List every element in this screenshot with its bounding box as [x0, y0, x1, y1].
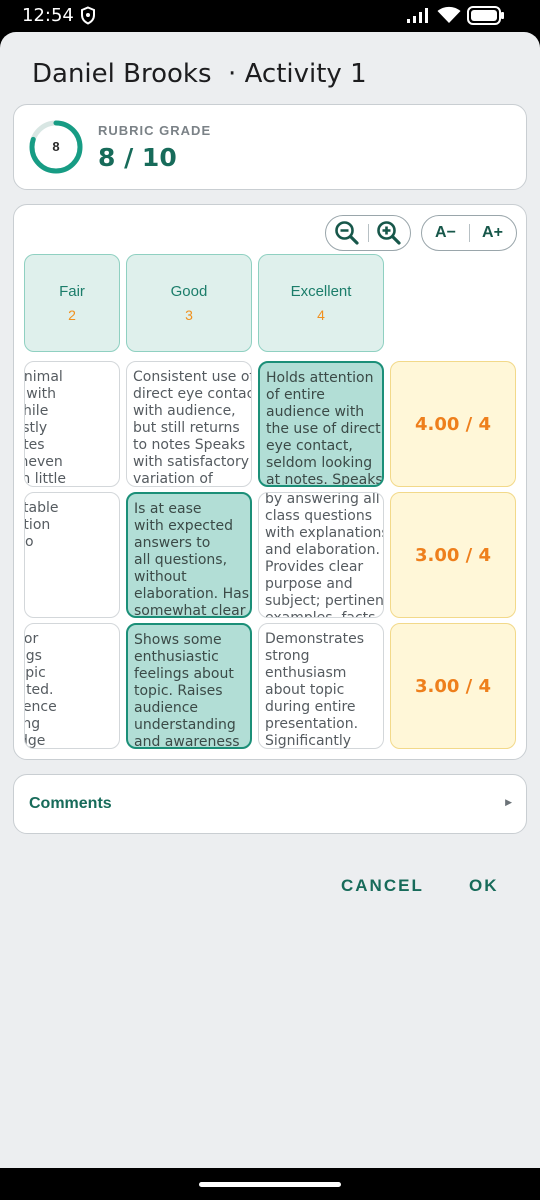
row-score: 3.00 / 4: [390, 623, 516, 749]
level-header-good: Good 3: [126, 254, 252, 352]
level-name: Fair: [59, 283, 85, 300]
criterion-cell-fair[interactable]: ws little or ed feelings ut the topic g …: [24, 623, 120, 749]
zoom-out-icon: [335, 221, 359, 245]
criterion-cell-excellent-selected[interactable]: Holds attention of entire audience with …: [258, 361, 384, 487]
level-name: Good: [170, 283, 208, 300]
criterion-cell-good-selected[interactable]: Is at ease with expected answers to all …: [126, 492, 252, 618]
rubric-grid-card[interactable]: Fair 2 Good 3 Excellent 4 plays minimal …: [13, 204, 527, 760]
caret-right-icon: ▶: [505, 797, 512, 807]
level-points: 4: [317, 307, 325, 323]
row-score: 3.00 / 4: [390, 492, 516, 618]
zoom-in-button[interactable]: [368, 216, 410, 250]
student-name: Daniel Brooks: [32, 59, 212, 89]
battery-icon: [467, 6, 504, 25]
criterion-cell-excellent[interactable]: Demonstrates strong enthusiasm about top…: [258, 623, 384, 749]
criterion-cell-fair[interactable]: ncomfortable information is able to wer …: [24, 492, 120, 618]
home-handle[interactable]: [199, 1182, 341, 1187]
rubric-grid[interactable]: Fair 2 Good 3 Excellent 4 plays minimal …: [24, 205, 518, 759]
font-size-controls: A− A+: [421, 215, 517, 251]
criterion-cell-good-selected[interactable]: Shows some enthusiastic feelings about t…: [126, 623, 252, 749]
rubric-grade-value: 8 / 10: [98, 143, 177, 172]
dialog-title: Daniel Brooks · Activity 1: [32, 59, 367, 89]
zoom-in-icon: [377, 221, 401, 245]
ok-button[interactable]: OK: [469, 876, 499, 896]
comments-label: Comments: [29, 795, 112, 812]
activity-name: · Activity 1: [228, 59, 367, 89]
rubric-grade-label: RUBRIC GRADE: [98, 123, 212, 138]
font-larger-button[interactable]: A+: [469, 216, 516, 250]
status-time: 12:54: [22, 5, 74, 26]
criterion-cell-excellent[interactable]: by answering all class questions with ex…: [258, 492, 384, 618]
rubric-grade-card: 8 RUBRIC GRADE 8 / 10: [13, 104, 527, 190]
navigation-bar: [0, 1168, 540, 1200]
criterion-cell-fair[interactable]: plays minimal contact with ience, while …: [24, 361, 120, 487]
grade-ring-value: 8: [52, 139, 60, 154]
row-score: 4.00 / 4: [390, 361, 516, 487]
level-points: 2: [68, 307, 76, 323]
shield-icon: [81, 6, 95, 25]
zoom-controls: [325, 215, 411, 251]
level-name: Excellent: [290, 283, 352, 300]
font-smaller-button[interactable]: A−: [422, 216, 469, 250]
level-points: 3: [185, 307, 193, 323]
status-bar: 12:54: [0, 0, 540, 32]
rubric-dialog: Daniel Brooks · Activity 1 8 RUBRIC GRAD…: [0, 32, 540, 1168]
level-header-excellent: Excellent 4: [258, 254, 384, 352]
criterion-cell-good[interactable]: Consistent use of direct eye contact wit…: [126, 361, 252, 487]
zoom-out-button[interactable]: [326, 216, 368, 250]
comments-expander[interactable]: Comments ▶: [13, 774, 527, 834]
signal-icon: [407, 8, 428, 23]
wifi-icon: [437, 6, 461, 23]
level-header-fair: Fair 2: [24, 254, 120, 352]
cancel-button[interactable]: CANCEL: [341, 876, 424, 896]
